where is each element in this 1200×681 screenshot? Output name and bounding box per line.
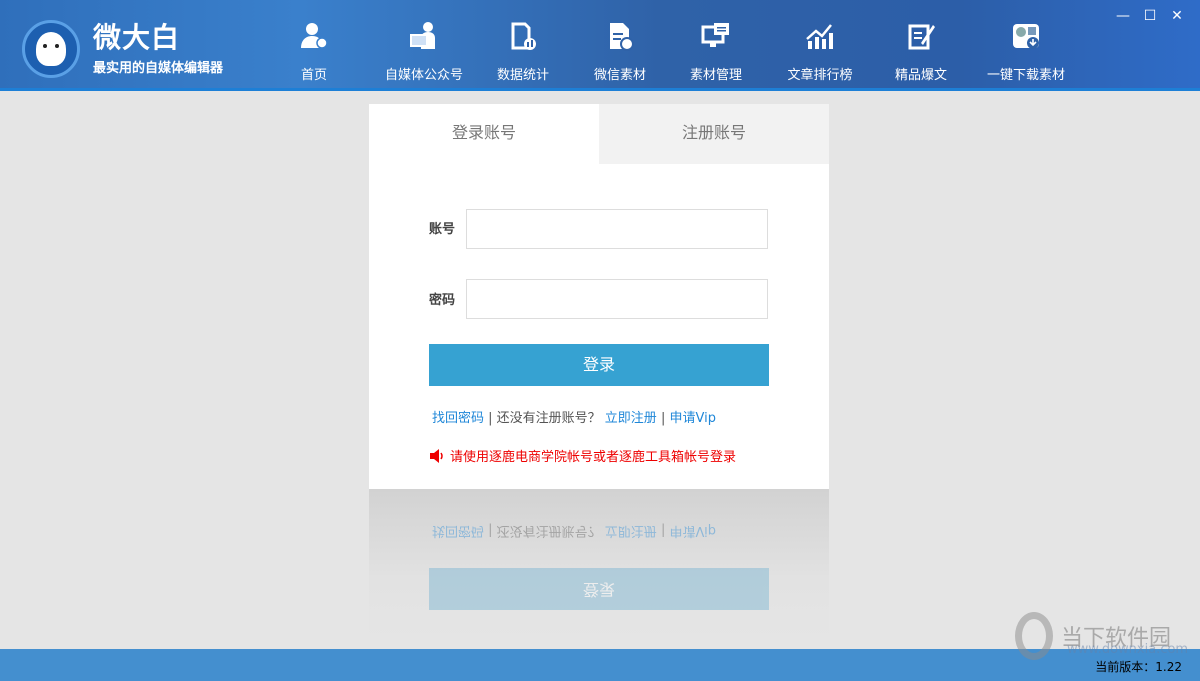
reflection-button: 登录 (429, 568, 769, 610)
download-media-icon (1013, 24, 1039, 49)
monitor-edit-icon (701, 23, 729, 47)
login-links: 找回密码 | 还没有注册账号？ 立即注册 | 申请Vip (432, 407, 716, 426)
title-bar: 微大白 最实用的自媒体编辑器 首页 自媒体公众号 数据统计 微信素材 素材管理 … (0, 0, 1200, 91)
nav-label: 数据统计 (496, 68, 549, 83)
nav-article-ranking[interactable]: 文章排行榜 (765, 0, 875, 91)
watermark-url: www.downxia.com (1067, 642, 1189, 657)
nav-material-manage[interactable]: 素材管理 (661, 0, 771, 91)
nav-label: 精品爆文 (894, 68, 947, 83)
password-label: 密码 (429, 293, 456, 308)
reflection-links: 找回密码 | 还没有注册账号？ 立即注册 | 申请Vip (432, 523, 716, 542)
brand: 微大白 最实用的自媒体编辑器 (93, 21, 224, 77)
nav-media-accounts[interactable]: 自媒体公众号 (369, 0, 479, 91)
nav-label: 首页 (300, 68, 327, 83)
reflection-sep: | 还没有注册账号？ (484, 523, 605, 538)
nav-label: 自媒体公众号 (384, 68, 463, 83)
app-subtitle: 最实用的自媒体编辑器 (93, 61, 224, 76)
tab-login[interactable]: 登录账号 (369, 104, 599, 164)
presenter-icon (410, 22, 435, 49)
register-now-link[interactable]: 立即注册 (605, 411, 657, 426)
nav-top-articles[interactable]: 精品爆文 (866, 0, 976, 91)
close-button[interactable]: ✕ (1168, 8, 1186, 24)
link-separator: | (656, 411, 670, 426)
app-logo (22, 20, 80, 78)
nav-label: 一键下载素材 (986, 68, 1065, 83)
user-home-icon (301, 23, 328, 49)
nav-home[interactable]: 首页 (259, 0, 369, 91)
login-notice: 请使用逐鹿电商学院帐号或者逐鹿工具箱帐号登录 (429, 446, 736, 465)
nav-label: 文章排行榜 (787, 68, 853, 83)
nav-download-material[interactable]: 一键下载素材 (971, 0, 1081, 91)
nav-wechat-material[interactable]: 微信素材 (565, 0, 675, 91)
account-input[interactable] (466, 209, 768, 249)
app-title: 微大白 (93, 21, 181, 54)
reflection-vip: 申请Vip (669, 523, 716, 538)
document-link-icon (610, 23, 634, 51)
account-label: 账号 (429, 222, 456, 237)
nav-label: 微信素材 (593, 68, 646, 83)
nav-label: 素材管理 (689, 68, 742, 83)
watermark: 当下软件园 www.downxia.com (1015, 612, 1188, 660)
speaker-icon (430, 448, 443, 463)
reflection-sep: | (656, 523, 670, 538)
link-separator: | 还没有注册账号？ (484, 411, 605, 426)
trend-chart-icon (806, 24, 833, 49)
apply-vip-link[interactable]: 申请Vip (669, 411, 715, 426)
password-input[interactable] (466, 279, 768, 319)
notepad-pen-icon (908, 24, 935, 50)
login-panel: 登录账号 注册账号 账号 密码 登录 找回密码 | 还没有注册账号？ 立即注册 … (369, 104, 829, 489)
watermark-logo-icon (1015, 612, 1053, 660)
tab-register[interactable]: 注册账号 (599, 104, 829, 164)
version-label: 当前版本：1.22 (1095, 660, 1182, 674)
reflection-register: 立即注册 (604, 523, 657, 538)
maximize-button[interactable]: ☐ (1141, 8, 1159, 24)
reflection-forgot: 找回密码 (432, 523, 485, 538)
login-button[interactable]: 登录 (429, 344, 769, 386)
nav-statistics[interactable]: 数据统计 (468, 0, 578, 91)
panel-reflection: 登录 找回密码 | 还没有注册账号？ 立即注册 | 申请Vip (369, 489, 829, 639)
forgot-password-link[interactable]: 找回密码 (432, 411, 484, 426)
document-chart-icon (511, 22, 536, 50)
minimize-button[interactable]: — (1114, 8, 1132, 24)
notice-text: 请使用逐鹿电商学院帐号或者逐鹿工具箱帐号登录 (450, 450, 737, 465)
